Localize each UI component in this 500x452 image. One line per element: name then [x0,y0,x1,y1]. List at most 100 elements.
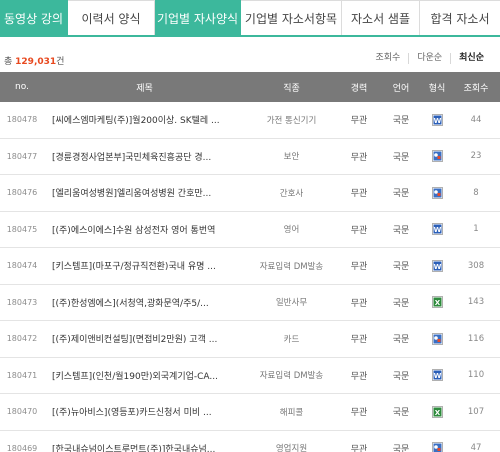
row-career: 무관 [350,444,368,452]
table-row[interactable]: 180470 [(주)뉴아비스](영등포)카드신청서 미비 ... 해피콜 무관 국문 X… [0,394,500,431]
row-job-category: 일반사무 [275,298,308,309]
row-number: 180475 [6,224,38,234]
total-number: 129,031 [15,57,57,67]
svg-text:W: W [433,117,441,125]
row-views: 116 [467,333,485,344]
row-format: W [422,369,452,382]
row-title-link[interactable]: [(주)뉴아비스](영등포)카드신청서 미비 ... [44,405,245,418]
table-row[interactable]: 180473 [(주)한성엠에스](서청역,광화문역/주5/... 일반사무 무관 국문… [0,285,500,321]
sort-options: 조회수 다운순 최신순 [367,53,492,64]
row-views: 143 [467,297,485,308]
hwp-file-icon[interactable] [431,186,443,199]
hwp-file-icon[interactable] [431,442,443,452]
row-title-link[interactable]: [한국내슈넘이스트루먼트(주)]한국내슈넘... [44,442,245,452]
tab-essay-samples[interactable]: 자소서 샘플 [342,0,420,35]
tab-passed-essays[interactable]: 합격 자소서 [420,0,500,35]
row-title-link[interactable]: [씨에스엠마케팅(주)]월200이상. SK텔레 ... [44,113,245,126]
row-language: 국문 [392,444,410,452]
excel-file-icon[interactable]: X [431,296,443,309]
table-row[interactable]: 180476 [엘리움여성병원]엘리움여성병원 간호만... 간호사 무관 국문 8 [0,175,500,212]
table-row[interactable]: 180472 [(주)제이앤비컨설팅](면접비2만원) 고객 ... 카드 무관 국문 1… [0,321,500,358]
column-header-title: 제목 [136,83,153,94]
row-views: 110 [467,370,485,381]
row-format [422,150,452,163]
row-number: 180472 [6,334,38,344]
row-views: 23 [470,151,482,162]
row-title-link[interactable]: [경륜경정사업본부]국민체육진흥공단 경... [44,150,245,163]
row-career: 무관 [350,298,368,309]
word-file-icon[interactable]: W [431,113,443,126]
total-suffix: 건 [56,57,65,67]
row-career: 무관 [350,152,368,163]
tab-label: 합격 자소서 [430,11,490,26]
row-language: 국문 [392,335,410,346]
row-title-link[interactable]: [(주)한성엠에스](서청역,광화문역/주5/... [44,296,245,309]
row-language: 국문 [392,225,410,236]
tab-company-forms[interactable]: 기업별 자사양식 [155,0,241,35]
table-row[interactable]: 180471 [키스템프](인천/월190만)외국계기업-CA... 자료입력 DM… [0,358,500,394]
row-job-category: 보안 [283,152,300,163]
hwp-file-icon[interactable] [431,150,443,163]
table-row[interactable]: 180469 [한국내슈넘이스트루먼트(주)]한국내슈넘... 영업지원 무관 국문 47 [0,431,500,452]
tab-resume-forms[interactable]: 이력서 양식 [68,0,155,35]
table-body: 180478 [씨에스엠마케팅(주)]월200이상. SK텔레 ... 가전 통신기… [0,102,500,452]
row-number: 180474 [6,261,38,271]
svg-text:X: X [434,409,440,417]
table-row[interactable]: 180474 [키스템프](마포구/정규직전환)국내 유명 ... 자료입력 DM발… [0,248,500,285]
row-career: 무관 [350,116,368,127]
tab-video-lectures[interactable]: 동영상 강의 [0,0,68,35]
row-language: 국문 [392,408,410,419]
tab-company-essay-items[interactable]: 기업별 자소서항목 [241,0,342,35]
tab-bar: 동영상 강의 이력서 양식 기업별 자사양식 기업별 자소서항목 자소서 샘플 … [0,0,500,37]
row-language: 국문 [392,298,410,309]
row-number: 180477 [6,151,38,161]
row-language: 국문 [392,371,410,382]
word-file-icon[interactable]: W [431,369,443,382]
row-career: 무관 [350,262,368,273]
row-job-category: 영어 [283,225,300,236]
row-title-link[interactable]: [엘리움여성병원]엘리움여성병원 간호만... [44,186,245,199]
sort-by-downloads[interactable]: 다운순 [408,53,450,64]
column-header-job: 직종 [283,83,300,94]
column-header-no: no. [15,82,29,92]
tab-label: 이력서 양식 [81,11,141,26]
row-title-link[interactable]: [키스템프](마포구/정규직전환)국내 유명 ... [44,259,245,272]
column-header-format: 형식 [428,83,446,94]
word-file-icon[interactable]: W [431,223,443,236]
hwp-file-icon[interactable] [431,332,443,345]
row-job-category: 카드 [283,334,300,345]
svg-text:W: W [433,372,441,380]
row-job-category: 가전 통신기기 [266,115,317,126]
row-language: 국문 [392,262,410,273]
row-format [422,332,452,345]
word-file-icon[interactable]: W [431,259,443,272]
table-header: no. 제목 직종 경력 언어 형식 조회수 [0,72,500,102]
row-title-link[interactable]: [(주)제이앤비컨설팅](면접비2만원) 고객 ... [44,332,245,345]
total-prefix: 총 [4,57,16,67]
tab-label: 자소서 샘플 [350,11,410,26]
row-format: W [422,113,452,126]
svg-text:X: X [434,299,440,307]
row-format: X [422,405,452,418]
table-row[interactable]: 180475 [(주)에스이에스]수원 삼성전자 영어 통번역 영어 무관 국문 W 1 [0,212,500,248]
row-number: 180471 [6,370,38,380]
table-row[interactable]: 180478 [씨에스엠마케팅(주)]월200이상. SK텔레 ... 가전 통신기… [0,102,500,139]
column-header-views: 조회수 [463,83,489,94]
row-language: 국문 [392,116,410,127]
row-views: 1 [473,224,479,235]
row-job-category: 해피콜 [279,407,304,418]
sort-by-latest[interactable]: 최신순 [450,53,492,64]
sort-by-views[interactable]: 조회수 [367,53,408,64]
row-title-link[interactable]: [(주)에스이에스]수원 삼성전자 영어 통번역 [44,223,245,236]
table-row[interactable]: 180477 [경륜경정사업본부]국민체육진흥공단 경... 보안 무관 국문 23 [0,139,500,175]
row-language: 국문 [392,152,410,163]
row-number: 180473 [6,297,38,307]
excel-file-icon[interactable]: X [431,405,443,418]
list-toolbar: 총 129,031건 조회수 다운순 최신순 [0,50,500,70]
total-count: 총 129,031건 [4,54,64,67]
row-number: 180476 [6,188,38,198]
row-career: 무관 [350,408,368,419]
row-title-link[interactable]: [키스템프](인천/월190만)외국계기업-CA... [44,369,245,382]
row-job-category: 영업지원 [275,444,308,452]
column-header-language: 언어 [392,83,410,94]
